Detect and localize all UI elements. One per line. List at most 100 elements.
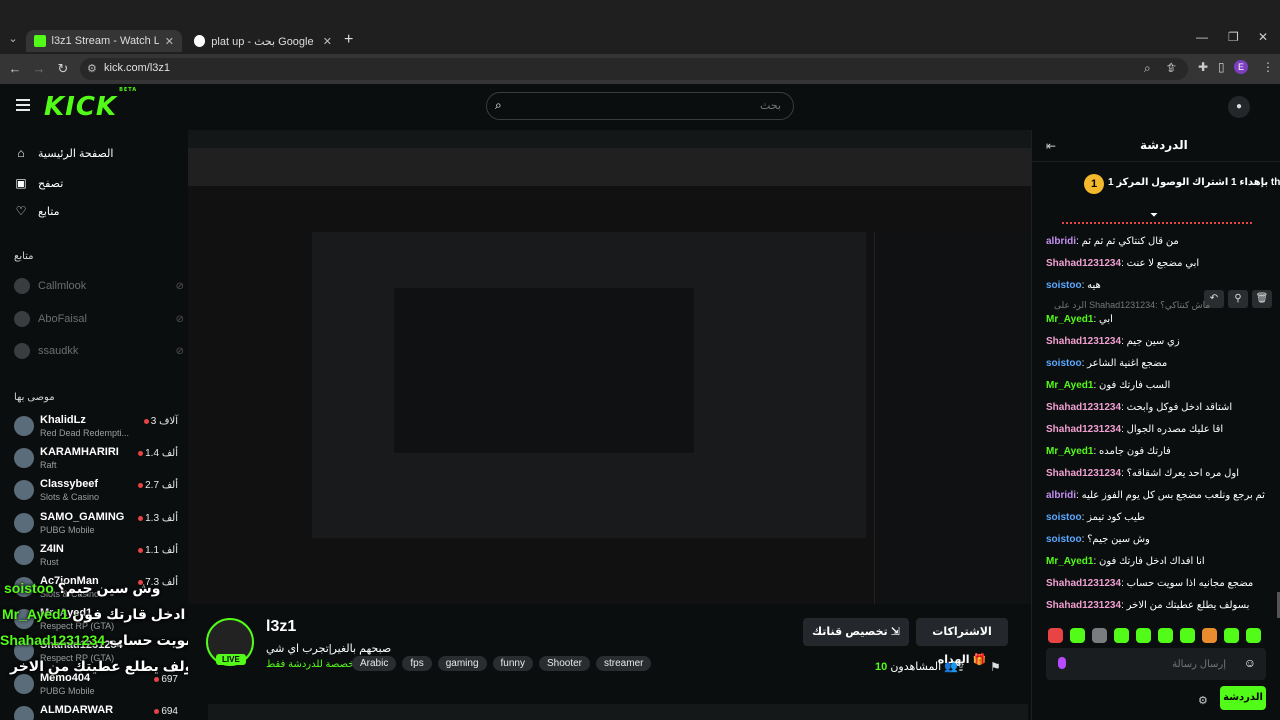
nav-following[interactable]: ♡ متابع [14,202,60,220]
chat-message[interactable]: albridi: ثم برجع ونلعب مضجع بس كل يوم ال… [1046,490,1271,501]
collapse-chat-icon[interactable]: ⇤ [1046,139,1056,153]
search-icon[interactable]: ⌕ [495,98,502,113]
recommended-item[interactable]: Z4IN Rust 1.1 ألف [14,541,182,573]
chat-message[interactable]: Mr_Ayed1: السب فارتك فون [1046,380,1271,391]
chat-message[interactable]: albridi: من قال كنتاكي ثم ثم ثم [1046,236,1271,247]
chat-message[interactable]: soistoo: وش سين جيم؟ [1046,534,1271,545]
kick-logo[interactable]: KICKBETA [44,87,136,122]
customize-channel-button[interactable]: تخصيص قناتك ⇲ [803,618,909,646]
chat-username[interactable]: soistoo [1046,280,1082,291]
following-item[interactable]: AboFaisal ⊘ [14,308,184,330]
address-bar[interactable]: ⚙ kick.com/l3z1 ⌕ ⇪ [80,58,1188,80]
minimize-icon[interactable]: — [1196,30,1208,44]
new-tab-button[interactable]: + [344,31,353,49]
chat-username[interactable]: albridi [1046,236,1076,247]
tag[interactable]: gaming [437,656,487,671]
nav-browse[interactable]: ▣ تصفح [14,174,63,192]
zoom-icon[interactable]: ⌕ [1144,61,1151,76]
recommended-item[interactable]: KhalidLz Red Dead Redempti... 3 آلاف [14,412,182,444]
emote-icon[interactable] [1048,628,1063,643]
emote-icon[interactable] [1158,628,1173,643]
pinned-gift-banner[interactable]: 1 بإهداء 1 اشتراك الوصول المركز 1 th [1032,166,1280,206]
site-info-icon[interactable]: ⚙ [87,62,97,75]
menu-kebab-icon[interactable]: ⋮ [1262,60,1274,74]
chat-message[interactable]: Mr_Ayed1: فارتك فون جامده [1046,446,1271,457]
chat-username[interactable]: soistoo [1046,512,1082,523]
emote-icon[interactable] [1092,628,1107,643]
tab-search-icon[interactable]: ⌄ [4,30,22,48]
chat-send-button[interactable]: الدردشة [1220,686,1266,710]
chat-message[interactable]: Shahad1231234: مضجع مجانيه اذا سويت حساب [1046,578,1271,589]
bookmark-star-icon[interactable]: ☆ [1166,60,1177,74]
emote-icon[interactable] [1136,628,1151,643]
browser-tab-google[interactable]: plat up - بحث Google ✕ [186,30,340,52]
following-item[interactable]: Callmlook ⊘ [14,275,184,297]
sidebar-toggle-icon[interactable]: ▯ [1218,60,1225,74]
close-window-icon[interactable]: ✕ [1258,30,1268,44]
tag[interactable]: streamer [596,656,652,671]
tag[interactable]: Shooter [538,656,591,671]
chat-username[interactable]: Mr_Ayed1 [1046,380,1093,391]
chat-message[interactable]: Shahad1231234: زي سين جيم [1046,336,1271,347]
recommended-item[interactable]: KARAMHARIRI Raft 1.4 ألف [14,444,182,476]
chat-message[interactable]: Shahad1231234: اقا عليك مصدره الجوال [1046,424,1271,435]
emoji-picker-icon[interactable]: ☺ [1244,656,1256,670]
forward-icon[interactable]: → [30,60,48,78]
recommended-item[interactable]: ALMDARWAR 694 [14,702,182,720]
chat-username[interactable]: Mr_Ayed1 [1046,446,1093,457]
emote-icon[interactable] [1114,628,1129,643]
delete-icon[interactable]: 🗑 [1252,290,1272,308]
tag[interactable]: funny [492,656,533,671]
chat-username[interactable]: Shahad1231234 [1046,424,1121,435]
streamer-name[interactable]: l3z1 [266,618,296,636]
nav-home[interactable]: ⌂ الصفحة الرئيسية [14,144,113,162]
stream-video-player[interactable] [188,130,1031,604]
chat-message[interactable]: Shahad1231234: بسولف يطلع عطيتك من الاخر [1046,600,1271,611]
close-tab-icon[interactable]: ✕ [165,35,174,48]
chat-message[interactable]: Mr_Ayed1: انا أفداك ادخل فارتك فون [1046,556,1271,567]
chat-username[interactable]: albridi [1046,490,1076,501]
chat-username[interactable]: Mr_Ayed1 [1046,314,1093,325]
search-input[interactable] [511,97,781,115]
following-item[interactable]: ssaudkk ⊘ [14,340,184,362]
emote-icon[interactable] [1070,628,1085,643]
chat-message[interactable]: Shahad1231234: ابي مضجع لا عنت [1046,258,1271,269]
chat-message[interactable]: Shahad1231234: اشتاقد ادخل فوكل وابحث [1046,402,1271,413]
back-icon[interactable]: ← [6,60,24,78]
search-bar[interactable]: ⌕ [486,92,794,120]
recommended-item[interactable]: Classybeef Slots & Casino 2.7 ألف [14,476,182,508]
gift-subs-button[interactable]: الاشتراكات الهداه 🎁 [916,618,1008,666]
chat-message[interactable]: soistoo: طيب كود تيمز [1046,512,1271,523]
user-avatar[interactable]: ● [1228,96,1250,118]
chat-input-box[interactable]: ☺ [1046,648,1266,680]
pin-icon[interactable]: ⚲ [1228,290,1248,308]
chat-username[interactable]: Shahad1231234 [1046,336,1121,347]
profile-avatar[interactable]: E [1234,60,1248,74]
stream-category[interactable]: مخصصة للدردشة فقط [266,659,360,670]
chat-message[interactable]: Mr_Ayed1: أبي [1046,314,1271,325]
reload-icon[interactable]: ↻ [54,60,72,78]
emote-icon[interactable] [1224,628,1239,643]
chevron-down-icon[interactable]: ⏷ [1150,210,1158,221]
chat-username[interactable]: Mr_Ayed1 [1046,556,1093,567]
chat-username[interactable]: Shahad1231234 [1046,402,1121,413]
chat-message-input[interactable] [1076,656,1226,672]
browser-tab-kick[interactable]: l3z1 Stream - Watch Live on Ki ✕ [26,30,182,52]
chat-message[interactable]: soistoo: مضجع اغنية الشاعر [1046,358,1271,369]
extensions-icon[interactable]: ✚ [1198,60,1208,74]
emote-icon[interactable] [1180,628,1195,643]
recommended-item[interactable]: SAMO_GAMING PUBG Mobile 1.3 ألف [14,509,182,541]
emote-icon[interactable] [1202,628,1217,643]
chat-username[interactable]: Shahad1231234 [1046,258,1121,269]
chat-username[interactable]: Shahad1231234 [1046,578,1121,589]
tag[interactable]: fps [402,656,432,671]
mic-icon[interactable] [1058,657,1066,669]
tag[interactable]: Arabic [352,656,397,671]
restore-icon[interactable]: ❐ [1228,30,1239,44]
chat-settings-icon[interactable]: ⚙ [1198,694,1208,707]
chat-username[interactable]: Shahad1231234 [1046,468,1121,479]
share-icon[interactable]: ⇪ [956,660,966,674]
chat-username[interactable]: soistoo [1046,534,1082,545]
chat-message[interactable]: Shahad1231234: اول مره احد يعرك اشقاقه؟ [1046,468,1271,479]
chat-username[interactable]: Shahad1231234 [1046,600,1121,611]
